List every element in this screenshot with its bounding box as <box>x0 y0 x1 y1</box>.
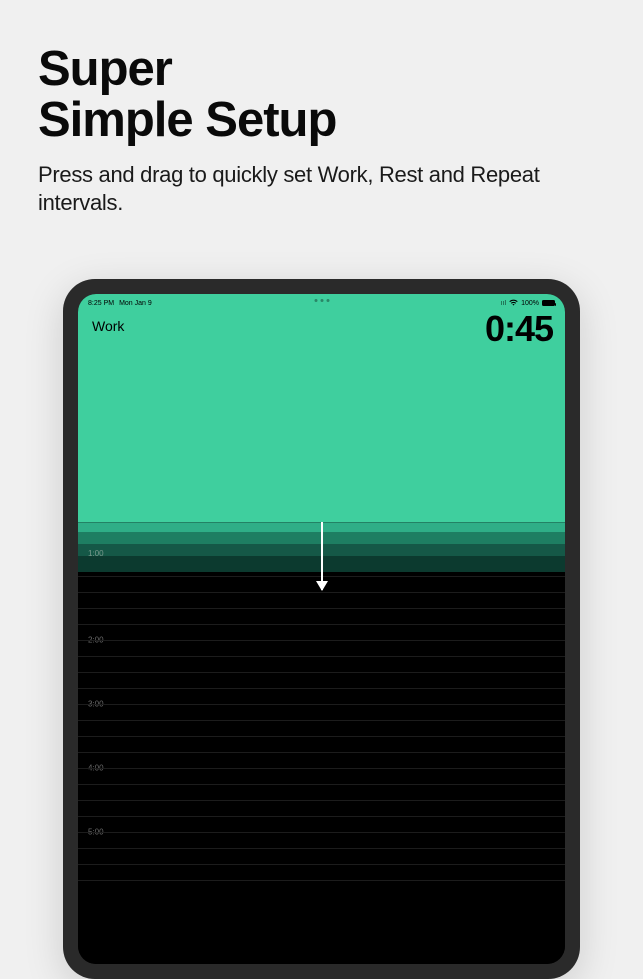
ruler-minor-tick <box>78 640 565 641</box>
headline-line-1: Super <box>38 42 172 96</box>
ruler-minor-tick <box>78 848 565 849</box>
status-date: Mon Jan 9 <box>119 300 152 307</box>
status-right: ııl 100% <box>501 299 555 308</box>
promo-subhead: Press and drag to quickly set Work, Rest… <box>38 161 605 218</box>
multitask-dots-icon <box>314 299 329 302</box>
mode-label: Work <box>92 318 124 334</box>
ruler-minor-tick <box>78 752 565 753</box>
ruler-minor-tick <box>78 880 565 881</box>
ruler-minor-tick <box>78 784 565 785</box>
status-bar: 8:25 PM Mon Jan 9 ııl 100% <box>78 294 565 310</box>
ruler-minor-tick <box>78 864 565 865</box>
device-frame: 8:25 PM Mon Jan 9 ııl 100% Work 0:45 1:0… <box>63 279 580 979</box>
ruler-minor-tick <box>78 608 565 609</box>
ruler-minor-tick <box>78 816 565 817</box>
drag-arrow-icon <box>321 522 323 590</box>
ruler-minor-tick <box>78 688 565 689</box>
wifi-icon <box>509 299 518 308</box>
ruler-minor-tick <box>78 720 565 721</box>
ruler-minor-tick <box>78 592 565 593</box>
ruler-minor-tick <box>78 800 565 801</box>
ruler-minor-tick <box>78 704 565 705</box>
status-time: 8:25 PM <box>88 300 114 307</box>
device-screen: 8:25 PM Mon Jan 9 ııl 100% Work 0:45 1:0… <box>78 294 565 964</box>
ruler-minor-tick <box>78 832 565 833</box>
headline-line-2: Simple Setup <box>38 93 336 147</box>
time-ruler[interactable]: 2:003:004:005:00 <box>78 572 565 964</box>
ruler-minor-tick <box>78 736 565 737</box>
ruler-minor-tick <box>78 656 565 657</box>
timer-value: 0:45 <box>485 308 553 350</box>
ruler-tick-label: 1:00 <box>88 549 104 558</box>
battery-icon <box>542 300 555 306</box>
promo-headline: Super Simple Setup <box>38 44 605 147</box>
ruler-minor-tick <box>78 624 565 625</box>
ruler-minor-tick <box>78 768 565 769</box>
status-left: 8:25 PM Mon Jan 9 <box>88 300 152 307</box>
ruler-minor-tick <box>78 672 565 673</box>
work-interval-area[interactable]: Work 0:45 <box>78 294 565 522</box>
battery-percent: 100% <box>521 300 539 307</box>
cellular-icon: ııl <box>501 300 506 307</box>
